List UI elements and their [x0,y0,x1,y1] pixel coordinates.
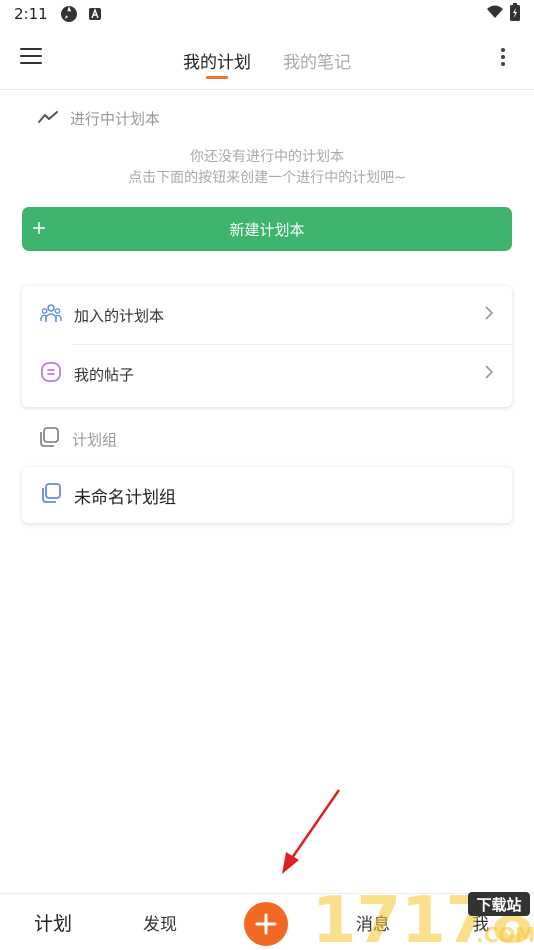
watermark-suffix: .COM [476,923,534,947]
plus-icon [255,913,277,935]
unnamed-plan-group-item[interactable]: 未命名计划组 [22,467,512,523]
aperture-icon [60,5,78,23]
post-icon [40,361,62,387]
chevron-right-icon [484,305,494,325]
more-vert-icon[interactable] [500,48,506,68]
in-progress-section-title: 进行中计划本 [38,108,160,129]
my-posts-label: 我的帖子 [74,365,135,384]
new-plan-book-button[interactable]: 新建计划本 [22,207,512,251]
watermark-logo: 17178 下载站 .COM [312,884,534,950]
empty-message-line2: 点击下面的按钮来创建一个进行中的计划吧~ [128,170,406,186]
stacked-squares-icon [38,426,60,452]
joined-plan-books-item[interactable]: 加入的计划本 [22,286,512,344]
a-badge-icon [88,7,102,21]
header-tabs: 我的计划 我的笔记 [0,28,534,90]
battery-icon [510,3,520,25]
status-bar: 2:11 [0,0,534,28]
chevron-right-icon [484,364,494,384]
unnamed-plan-group-label: 未命名计划组 [74,487,176,508]
plan-group-section-title: 计划组 [38,426,117,452]
nav-plans[interactable]: 计划 [34,909,72,936]
new-plan-book-label: 新建计划本 [229,220,305,239]
in-progress-title-text: 进行中计划本 [70,110,161,128]
plan-group-title-text: 计划组 [72,430,118,449]
status-time: 2:11 [14,5,48,23]
tab-my-notes[interactable]: 我的笔记 [283,28,351,90]
joined-plan-books-label: 加入的计划本 [74,306,165,325]
app-bar: 我的计划 我的笔记 [0,28,534,90]
plus-icon [32,217,46,239]
people-icon [40,302,62,328]
wifi-icon [486,5,504,23]
trend-line-icon [38,110,58,128]
stacked-squares-blue-icon [40,482,62,509]
empty-message-line1: 你还没有进行中的计划本 [190,149,344,165]
my-posts-item[interactable]: 我的帖子 [22,345,512,403]
plan-group-card: 未命名计划组 [22,467,512,523]
menu-card: 加入的计划本 我的帖子 [22,286,512,407]
watermark-text: 下载站 [476,896,521,914]
add-fab-button[interactable] [244,902,288,946]
empty-message: 你还没有进行中的计划本 点击下面的按钮来创建一个进行中的计划吧~ [0,147,534,189]
tab-my-plans[interactable]: 我的计划 [183,28,251,90]
nav-discover[interactable]: 发现 [143,910,177,935]
